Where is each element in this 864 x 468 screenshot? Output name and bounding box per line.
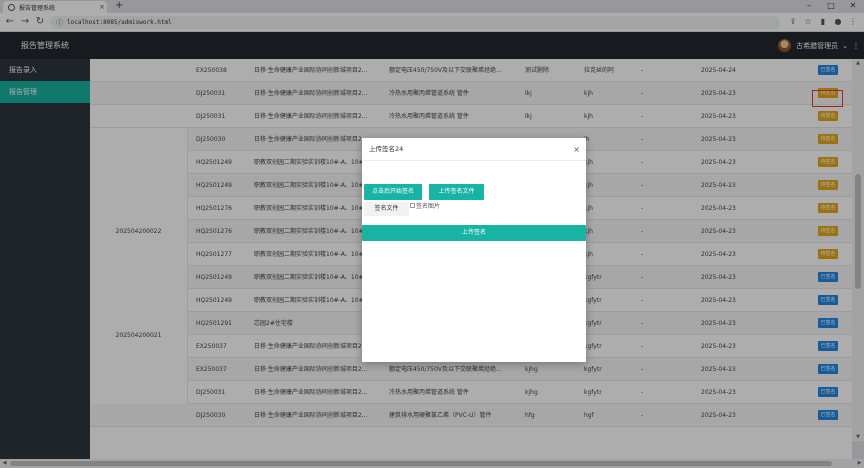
dialog-title: 上传签名24: [369, 145, 404, 153]
signature-image-alt: 签名图片: [416, 203, 441, 210]
upload-signature-button[interactable]: 上传签名: [362, 225, 586, 241]
broken-image-icon: [410, 203, 415, 208]
start-sign-button[interactable]: 点击后开始签名: [364, 184, 422, 200]
signature-file-label: 签名文件: [364, 202, 409, 216]
dialog-header: 上传签名24 ×: [362, 138, 586, 161]
close-icon[interactable]: ×: [573, 138, 580, 161]
upload-signature-dialog: 上传签名24 × 点击后开始签名 上传签名文件 签名文件 签名图片 上传签名: [362, 138, 586, 362]
upload-file-button[interactable]: 上传签名文件: [429, 184, 484, 200]
signature-image: 签名图片: [410, 201, 440, 210]
